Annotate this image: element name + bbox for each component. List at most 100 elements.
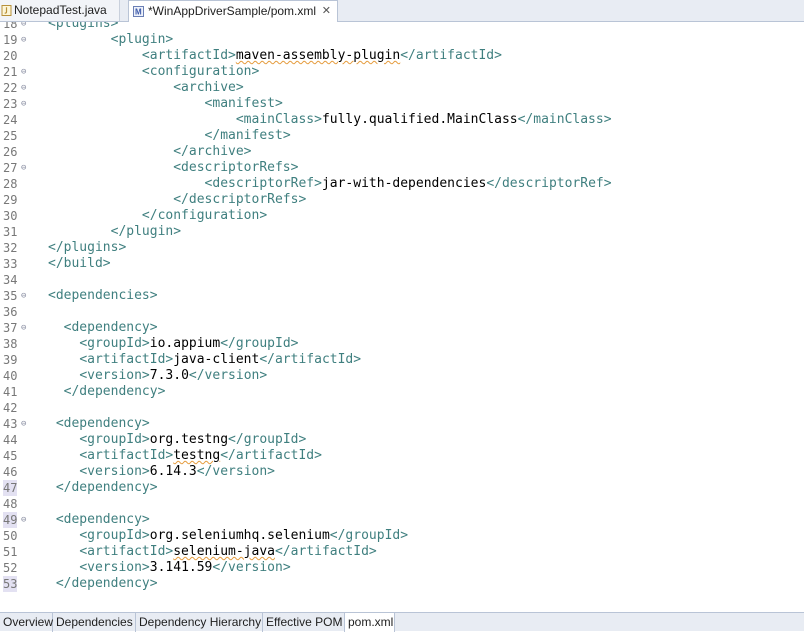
xml-tag: <version>: [79, 560, 150, 575]
fold-toggle-icon[interactable]: ⊖: [21, 288, 26, 304]
fold-toggle-icon[interactable]: ⊖: [21, 22, 26, 32]
code-line[interactable]: 36: [0, 304, 804, 320]
fold-toggle-icon[interactable]: ⊖: [21, 416, 26, 432]
misspelled-text: maven-assembly-plugin: [235, 48, 401, 63]
code-line[interactable]: 44 <groupId>org.testng</groupId>: [0, 432, 804, 448]
code-line[interactable]: 42: [0, 400, 804, 416]
xml-text: [48, 96, 205, 111]
xml-tag: </configuration>: [141, 208, 268, 223]
xml-text: [48, 512, 56, 527]
line-gutter: 21 ⊖: [0, 64, 34, 80]
xml-text: org.testng: [149, 432, 229, 447]
line-number: 22: [3, 81, 18, 95]
code-line[interactable]: 19 ⊖ <plugin>: [0, 32, 804, 48]
fold-toggle-icon[interactable]: ⊖: [21, 32, 26, 48]
code-line[interactable]: 52 <version>3.141.59</version>: [0, 560, 804, 576]
code-line[interactable]: 39 <artifactId>java-client</artifactId>: [0, 352, 804, 368]
line-gutter: 25: [0, 128, 34, 144]
page-tab-dependency-hierarchy[interactable]: Dependency Hierarchy: [136, 613, 263, 632]
fold-toggle-icon[interactable]: ⊖: [21, 80, 26, 96]
line-gutter: 28: [0, 176, 34, 192]
code-line[interactable]: 50 <groupId>org.seleniumhq.selenium</gro…: [0, 528, 804, 544]
xml-text: io.appium: [149, 336, 221, 351]
page-tab-pom-xml[interactable]: pom.xml: [345, 613, 395, 632]
code-line[interactable]: 27 ⊖ <descriptorRefs>: [0, 160, 804, 176]
code-line[interactable]: 22 ⊖ <archive>: [0, 80, 804, 96]
code-line[interactable]: 28 <descriptorRef>jar-with-dependencies<…: [0, 176, 804, 192]
xml-source-editor[interactable]: ‹ 18⊖<plugins>19⊖ <plugin>20 <artifactId…: [0, 22, 804, 596]
code-line[interactable]: 46 <version>6.14.3</version>: [0, 464, 804, 480]
line-gutter: 20: [0, 48, 34, 64]
fold-toggle-icon[interactable]: ⊖: [21, 64, 26, 80]
page-tab-overview[interactable]: Overview: [0, 613, 53, 632]
line-gutter: 53: [0, 576, 34, 592]
tab-pom-xml[interactable]: M *WinAppDriverSample/pom.xml ✕: [128, 0, 338, 22]
code-line[interactable]: 38 <groupId>io.appium</groupId>: [0, 336, 804, 352]
line-number: 25: [3, 129, 18, 143]
line-gutter: 37 ⊖: [0, 320, 34, 336]
xml-text: [48, 160, 173, 175]
code-line[interactable]: 40 <version>7.3.0</version>: [0, 368, 804, 384]
fold-toggle-icon[interactable]: ⊖: [21, 160, 26, 176]
tab-notepadtest-java[interactable]: NotepadTest.java: [0, 0, 120, 21]
code-text: <version>6.14.3</version>: [48, 464, 275, 480]
line-gutter: 33: [0, 256, 34, 272]
fold-toggle-icon[interactable]: ⊖: [21, 96, 26, 112]
xml-tag: <plugin>: [110, 32, 174, 47]
tab-label: *WinAppDriverSample/pom.xml: [148, 4, 317, 18]
code-line[interactable]: 26 </archive>: [0, 144, 804, 160]
code-text: </archive>: [48, 144, 251, 160]
code-line[interactable]: 25 </manifest>: [0, 128, 804, 144]
code-line[interactable]: 43 ⊖ <dependency>: [0, 416, 804, 432]
page-tab-dependencies[interactable]: Dependencies: [53, 613, 136, 632]
code-line[interactable]: 31 </plugin>: [0, 224, 804, 240]
code-line[interactable]: 30 </configuration>: [0, 208, 804, 224]
line-number: 48: [3, 497, 18, 511]
code-text: <artifactId>testng</artifactId>: [48, 448, 322, 464]
xml-tag: </groupId>: [220, 336, 299, 351]
code-line[interactable]: 53 </dependency>: [0, 576, 804, 592]
code-line[interactable]: 41 </dependency>: [0, 384, 804, 400]
code-line[interactable]: 49 ⊖ <dependency>: [0, 512, 804, 528]
xml-text: 6.14.3: [149, 464, 197, 479]
xml-text: [48, 208, 142, 223]
fold-toggle-icon[interactable]: ⊖: [21, 320, 26, 336]
code-line[interactable]: 24 <mainClass>fully.qualified.MainClass<…: [0, 112, 804, 128]
line-gutter: 19 ⊖: [0, 32, 34, 48]
code-text: <plugin>: [48, 32, 174, 48]
line-number: 24: [3, 113, 18, 127]
xml-tag: </artifactId>: [220, 448, 322, 463]
code-line[interactable]: 35 ⊖ <dependencies>: [0, 288, 804, 304]
xml-tag: </mainClass>: [517, 112, 612, 127]
code-line[interactable]: 51 <artifactId>selenium-java</artifactId…: [0, 544, 804, 560]
code-line[interactable]: 29 </descriptorRefs>: [0, 192, 804, 208]
code-line[interactable]: 33 </build>: [0, 256, 804, 272]
code-line[interactable]: 18 ⊖ <plugins>: [0, 22, 804, 32]
line-gutter: 40: [0, 368, 34, 384]
xml-text: [48, 432, 79, 447]
code-line[interactable]: 32 </plugins>: [0, 240, 804, 256]
code-line[interactable]: 34: [0, 272, 804, 288]
code-text: <dependency>: [48, 320, 158, 336]
misspelled-text: testng: [173, 448, 221, 463]
code-line[interactable]: 48: [0, 496, 804, 512]
code-line[interactable]: 45 <artifactId>testng</artifactId>: [0, 448, 804, 464]
line-gutter: 49 ⊖: [0, 512, 34, 528]
fold-toggle-icon[interactable]: ⊖: [21, 512, 26, 528]
code-line[interactable]: 20 <artifactId>maven-assembly-plugin</ar…: [0, 48, 804, 64]
xml-tag: </groupId>: [329, 528, 409, 543]
line-gutter: 34: [0, 272, 34, 288]
page-tab-effective-pom[interactable]: Effective POM: [263, 613, 345, 632]
code-text: <artifactId>selenium-java</artifactId>: [48, 544, 377, 560]
xml-tag: </descriptorRef>: [486, 176, 612, 191]
xml-text: [48, 80, 173, 95]
xml-tag: </version>: [212, 560, 291, 575]
xml-tag: </artifactId>: [274, 544, 377, 559]
code-line[interactable]: 23 ⊖ <manifest>: [0, 96, 804, 112]
code-line[interactable]: 21 ⊖ <configuration>: [0, 64, 804, 80]
code-line[interactable]: 47 </dependency>: [0, 480, 804, 496]
line-gutter: 24: [0, 112, 34, 128]
code-line[interactable]: 37 ⊖ <dependency>: [0, 320, 804, 336]
close-icon[interactable]: ✕: [322, 1, 331, 22]
xml-tag: <artifactId>: [79, 544, 174, 559]
